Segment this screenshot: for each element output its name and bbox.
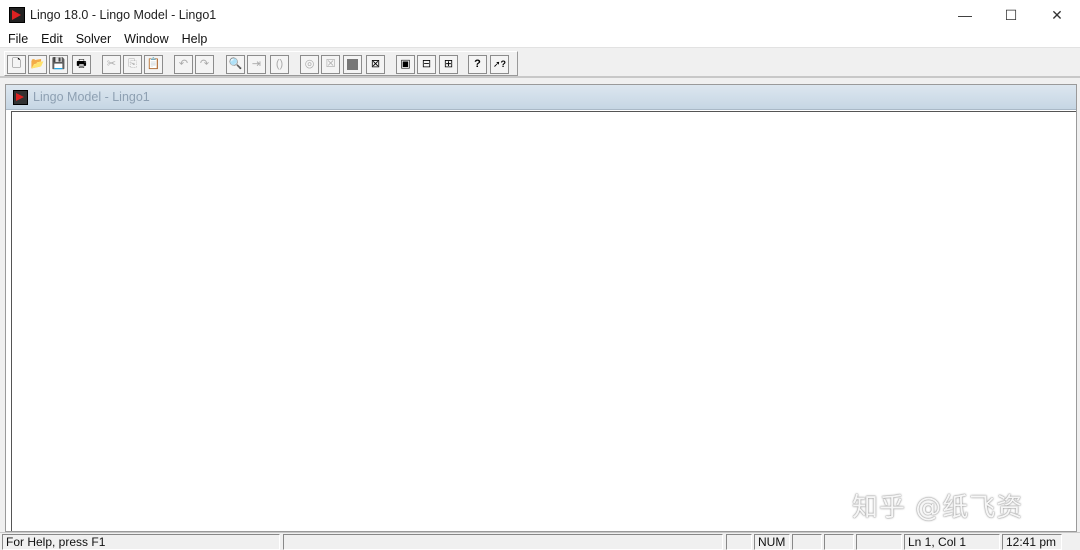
print-icon[interactable]: 🖶 <box>72 55 91 74</box>
cut-icon[interactable]: ✂ <box>102 55 121 74</box>
undo-icon[interactable]: ↶ <box>174 55 193 74</box>
save-icon[interactable]: 💾 <box>49 55 68 74</box>
maximize-button[interactable]: ☐ <box>988 0 1034 30</box>
solution-icon[interactable]: ☒ <box>321 55 340 74</box>
open-file-icon[interactable]: 📂 <box>28 55 47 74</box>
paste-icon[interactable]: 📋 <box>144 55 163 74</box>
title-bar: Lingo 18.0 - Lingo Model - Lingo1 — ☐ ✕ <box>0 0 1080 30</box>
watermark: 知乎 @纸飞资 <box>852 493 1024 523</box>
new-file-icon[interactable]: 🗋 <box>7 55 26 74</box>
block-icon[interactable] <box>343 55 362 74</box>
options-icon[interactable]: ⊟ <box>417 55 436 74</box>
minimize-button[interactable]: — <box>942 0 988 30</box>
status-cursor-position: Ln 1, Col 1 <box>904 534 1000 550</box>
model-window: Lingo Model - Lingo1 <box>5 84 1077 532</box>
status-bar: For Help, press F1 NUM Ln 1, Col 1 12:41… <box>0 532 1080 550</box>
match-parenthesis-icon[interactable]: () <box>270 55 289 74</box>
copy-icon[interactable]: ⎘ <box>123 55 142 74</box>
status-pane-empty-5 <box>856 534 902 550</box>
status-pane-empty-2 <box>726 534 752 550</box>
toolbar: 🗋 📂 💾 🖶 ✂ ⎘ 📋 ↶ ↷ 🔍 ⇥ () ◎ ☒ ⊠ ▣ ⊟ ⊞ ? ➚… <box>0 49 1080 78</box>
help-topics-icon[interactable]: ? <box>468 55 487 74</box>
status-clock: 12:41 pm <box>1002 534 1062 550</box>
menu-help[interactable]: Help <box>175 30 214 48</box>
window-controls: — ☐ ✕ <box>942 0 1080 30</box>
tile-icon[interactable]: ⊞ <box>439 55 458 74</box>
status-num-indicator: NUM <box>754 534 790 550</box>
context-help-icon[interactable]: ➚? <box>490 55 509 74</box>
model-window-title-bar[interactable]: Lingo Model - Lingo1 <box>6 85 1076 110</box>
mdi-client-area: Lingo Model - Lingo1 <box>0 80 1080 532</box>
status-help-text: For Help, press F1 <box>2 534 280 550</box>
close-all-icon[interactable]: ⊠ <box>366 55 385 74</box>
status-pane-empty-1 <box>283 534 723 550</box>
model-editor[interactable] <box>11 111 1076 531</box>
menu-bar: File Edit Solver Window Help <box>0 30 1080 48</box>
solve-icon[interactable]: ◎ <box>300 55 319 74</box>
send-to-back-icon[interactable]: ▣ <box>396 55 415 74</box>
close-button[interactable]: ✕ <box>1034 0 1080 30</box>
redo-icon[interactable]: ↷ <box>195 55 214 74</box>
menu-edit[interactable]: Edit <box>34 30 69 48</box>
lingo-app-icon <box>9 7 25 23</box>
status-pane-empty-3 <box>792 534 822 550</box>
lingo-model-icon <box>13 89 28 105</box>
find-icon[interactable]: 🔍 <box>226 55 245 74</box>
menu-solver[interactable]: Solver <box>69 30 117 48</box>
menu-file[interactable]: File <box>0 30 34 48</box>
menu-window[interactable]: Window <box>117 30 174 48</box>
toolbar-strip: 🗋 📂 💾 🖶 ✂ ⎘ 📋 ↶ ↷ 🔍 ⇥ () ◎ ☒ ⊠ ▣ ⊟ ⊞ ? ➚… <box>4 51 518 76</box>
window-title: Lingo 18.0 - Lingo Model - Lingo1 <box>30 8 217 22</box>
model-window-title: Lingo Model - Lingo1 <box>33 90 150 104</box>
goto-line-icon[interactable]: ⇥ <box>247 55 266 74</box>
status-pane-empty-4 <box>824 534 854 550</box>
